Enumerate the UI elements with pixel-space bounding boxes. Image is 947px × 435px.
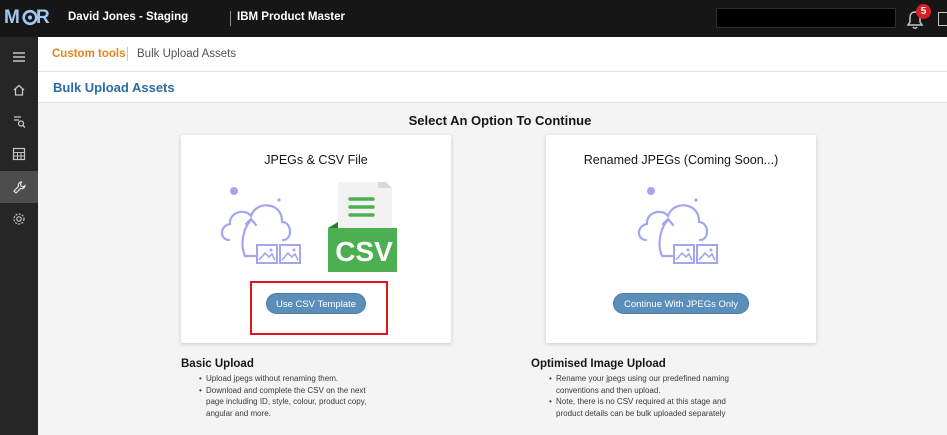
app-title: David Jones - Staging [68,11,189,23]
continue-with-jpegs-button[interactable]: Continue With JPEGs Only [613,293,749,314]
description-bullet-continued: product details can be bulk uploaded sep… [556,408,726,418]
description-title: Optimised Image Upload [531,358,666,370]
card-title: JPEGs & CSV File [264,153,368,167]
top-bar: M R David Jones - Staging IBM Product Ma… [0,0,947,37]
mcr-logo[interactable]: M R [4,7,54,29]
description-title: Basic Upload [181,358,254,370]
highlight-box [250,281,388,335]
description-bullet: Upload jpegs without renaming them. [199,373,481,385]
menu-icon[interactable] [0,42,38,72]
description-bullet-continued: page including ID, style, colour, produc… [206,397,367,406]
breadcrumb-custom-tools[interactable]: Custom tools [52,48,125,60]
breadcrumb-current: Bulk Upload Assets [137,48,237,60]
left-nav-rail [0,37,38,435]
search-list-icon[interactable] [0,106,38,136]
renamed-jpegs-card[interactable]: Renamed JPEGs (Coming Soon...) Continue … [546,135,816,343]
description-bullet-continued: angular and more. [206,408,271,418]
page-title: Bulk Upload Assets [53,80,175,95]
breadcrumb: Custom tools Bulk Upload Assets [38,37,947,72]
app-subtitle: IBM Product Master [237,11,345,23]
cloud-upload-illustration [637,187,718,264]
description-bullet: Download and complete the CSV on the nex… [199,385,481,397]
optimised-upload-description: Optimised Image Upload Rename your jpegs… [531,358,831,419]
notification-badge: 5 [916,4,931,19]
select-option-heading: Select An Option To Continue [408,113,592,128]
csv-label: CSV [335,236,393,267]
description-bullet-continued: conventions and then upload. [556,385,661,395]
grid-icon[interactable] [0,139,38,169]
description-bullet: Rename your jpegs using our predefined n… [549,373,831,385]
page-header: Bulk Upload Assets [38,72,947,103]
user-panel-icon[interactable] [938,12,947,26]
title-divider [230,11,231,26]
home-icon[interactable] [0,75,38,105]
breadcrumb-divider [127,47,128,61]
global-search-input[interactable] [716,8,896,28]
basic-upload-description: Basic Upload Upload jpegs without renami… [181,358,481,419]
settings-icon[interactable] [0,204,38,234]
wrench-icon[interactable] [0,171,38,203]
description-bullet: Note, there is no CSV required at this s… [549,396,831,408]
card-title: Renamed JPEGs (Coming Soon...) [583,153,779,167]
